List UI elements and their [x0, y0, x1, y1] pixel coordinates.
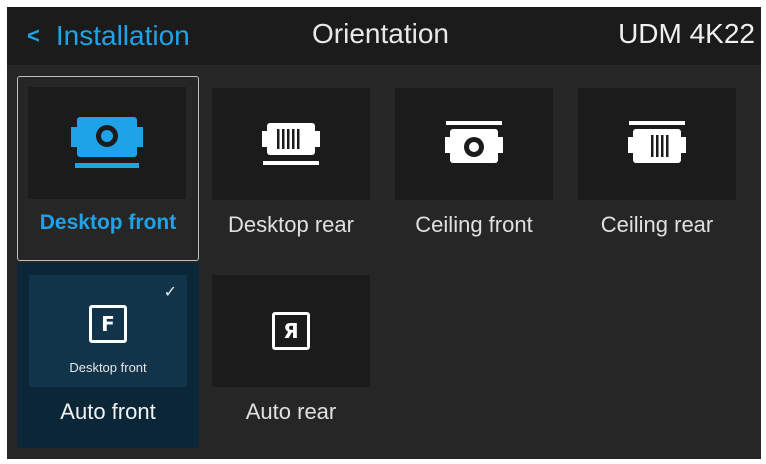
letter-r-mirrored-icon: Я — [272, 312, 310, 350]
chevron-left-icon: < — [27, 23, 40, 48]
projector-desktop-front-icon — [71, 117, 143, 168]
tile-auto-front[interactable]: F Desktop front ✓ Auto front — [17, 263, 199, 448]
tile-icon-box — [578, 88, 736, 200]
back-label: Installation — [55, 20, 190, 51]
projector-ceiling-rear-icon — [628, 121, 686, 163]
tile-icon-box: Я — [212, 275, 370, 387]
projector-ceiling-front-icon — [445, 121, 503, 163]
tile-auto-rear[interactable]: Я Auto rear — [200, 263, 382, 448]
page-title: Orientation — [312, 18, 449, 49]
tile-ceiling-rear[interactable]: Ceiling rear — [566, 76, 748, 261]
tile-label: Ceiling rear — [600, 212, 714, 237]
tile-desktop-front[interactable]: Desktop front — [17, 76, 199, 261]
tile-label: Ceiling front — [415, 212, 533, 237]
orientation-screen: < Installation Orientation UDM 4K22 Desk… — [7, 7, 761, 459]
tile-icon-box — [28, 87, 186, 199]
tile-sublabel: Desktop front — [69, 360, 147, 375]
header-bar: < Installation Orientation UDM 4K22 — [7, 7, 761, 65]
tile-label: Auto front — [60, 399, 156, 424]
back-button[interactable]: < Installation — [27, 17, 190, 55]
checkmark-icon: ✓ — [163, 284, 177, 301]
tile-icon-box — [395, 88, 553, 200]
tile-desktop-rear[interactable]: Desktop rear — [200, 76, 382, 261]
tile-label: Desktop rear — [228, 212, 354, 237]
projector-desktop-rear-icon — [262, 123, 320, 165]
device-name: UDM 4K22 — [618, 18, 755, 49]
tile-label: Desktop front — [39, 211, 177, 234]
tile-label: Auto rear — [245, 399, 337, 424]
tile-icon-box — [212, 88, 370, 200]
letter-f-icon: F — [89, 305, 127, 343]
tile-ceiling-front[interactable]: Ceiling front — [383, 76, 565, 261]
